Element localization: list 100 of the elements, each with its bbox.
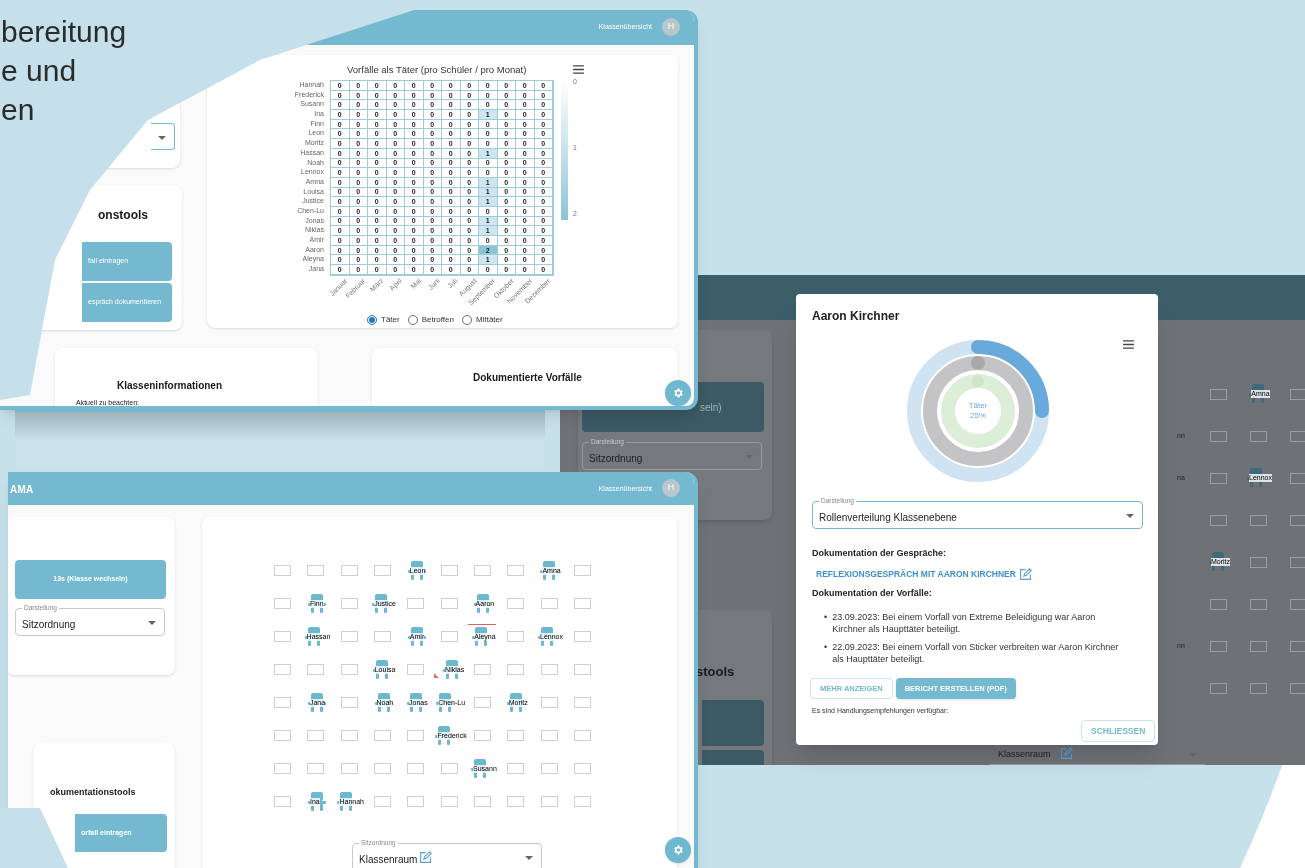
empty-seat[interactable] [340, 565, 358, 576]
empty-seat[interactable] [1289, 682, 1305, 694]
field-value: Klassenraum [359, 853, 418, 867]
empty-seat[interactable] [473, 697, 491, 708]
bullet: • [824, 612, 828, 624]
empty-seat[interactable] [507, 730, 525, 741]
empty-seat[interactable] [340, 598, 358, 609]
empty-seat[interactable] [507, 763, 525, 774]
radio-option[interactable]: Mittäter [462, 314, 503, 326]
empty-seat[interactable] [274, 730, 292, 741]
section-heading: Dokumentation der Vorfälle: [812, 587, 932, 600]
empty-seat[interactable] [540, 763, 558, 774]
empty-seat[interactable] [573, 763, 591, 774]
empty-seat[interactable] [274, 796, 292, 807]
empty-seat[interactable] [374, 763, 392, 774]
empty-seat[interactable] [440, 565, 458, 576]
incident-text: 23.09.2023: Bei einem Vorfall von Extreme Beleidigung war Aaron Kirchner als Haupttäter beteiligt. [832, 612, 1097, 635]
empty-seat[interactable] [340, 730, 358, 741]
empty-seat[interactable] [1209, 682, 1227, 694]
talk-link[interactable]: REFLEXIONSGESPRÄCH MIT AARON KIRCHNER [816, 568, 1032, 581]
marker-line [468, 624, 497, 625]
empty-seat[interactable] [1209, 640, 1227, 652]
empty-seat[interactable] [407, 598, 425, 609]
empty-seat[interactable] [1249, 514, 1267, 526]
empty-seat[interactable] [340, 697, 358, 708]
chart-title: Vorfälle als Täter (pro Schüler / pro Monat) [347, 63, 527, 77]
empty-seat[interactable] [507, 796, 525, 807]
card-title: onstools [98, 207, 148, 224]
empty-seat[interactable] [374, 796, 392, 807]
empty-seat[interactable] [440, 763, 458, 774]
empty-seat[interactable] [1209, 430, 1227, 442]
empty-seat[interactable] [507, 598, 525, 609]
select-field[interactable] [151, 123, 175, 150]
empty-seat[interactable] [473, 664, 491, 675]
empty-seat[interactable] [1249, 556, 1267, 568]
empty-seat[interactable] [1209, 388, 1227, 400]
radio-option[interactable]: Betroffen [407, 314, 454, 326]
empty-seat[interactable] [507, 565, 525, 576]
field-value: Klassenraum [998, 748, 1051, 761]
empty-seat[interactable] [407, 763, 425, 774]
empty-seat[interactable] [1209, 514, 1227, 526]
empty-seat[interactable] [407, 730, 425, 741]
empty-seat[interactable] [1289, 430, 1305, 442]
radio-button[interactable] [367, 315, 377, 325]
empty-seat[interactable] [440, 598, 458, 609]
empty-seat[interactable] [573, 565, 591, 576]
empty-seat[interactable] [340, 763, 358, 774]
empty-seat[interactable] [274, 664, 292, 675]
empty-seat[interactable] [1289, 640, 1305, 652]
empty-seat[interactable] [1289, 556, 1305, 568]
empty-seat[interactable] [540, 697, 558, 708]
empty-seat[interactable] [507, 631, 525, 642]
empty-seat[interactable] [440, 796, 458, 807]
empty-seat[interactable] [573, 796, 591, 807]
empty-seat[interactable] [274, 598, 292, 609]
empty-seat[interactable] [1249, 640, 1267, 652]
empty-seat[interactable] [1209, 598, 1227, 610]
empty-seat[interactable] [407, 664, 425, 675]
empty-seat[interactable] [473, 565, 491, 576]
empty-seat[interactable] [307, 763, 325, 774]
empty-seat[interactable] [1209, 472, 1227, 484]
empty-seat[interactable] [274, 697, 292, 708]
empty-seat[interactable] [1249, 598, 1267, 610]
empty-seat[interactable] [507, 664, 525, 675]
empty-seat[interactable] [1289, 472, 1305, 484]
headline-text: en [1, 92, 36, 128]
empty-seat[interactable] [473, 730, 491, 741]
empty-seat[interactable] [307, 730, 325, 741]
empty-seat[interactable] [1289, 514, 1305, 526]
empty-seat[interactable] [407, 796, 425, 807]
empty-seat[interactable] [1249, 682, 1267, 694]
empty-seat[interactable] [573, 598, 591, 609]
empty-seat[interactable] [1249, 430, 1267, 442]
empty-seat[interactable] [573, 697, 591, 708]
empty-seat[interactable] [307, 565, 325, 576]
empty-seat[interactable] [374, 631, 392, 642]
settings-button[interactable] [665, 380, 691, 406]
empty-seat[interactable] [1289, 388, 1305, 400]
ring-dot [971, 356, 985, 370]
empty-seat[interactable] [540, 796, 558, 807]
empty-seat[interactable] [1289, 598, 1305, 610]
empty-seat[interactable] [340, 664, 358, 675]
empty-seat[interactable] [540, 664, 558, 675]
empty-seat[interactable] [274, 631, 292, 642]
empty-seat[interactable] [573, 730, 591, 741]
empty-seat[interactable] [573, 631, 591, 642]
empty-seat[interactable] [540, 730, 558, 741]
settings-button[interactable] [665, 837, 691, 863]
empty-seat[interactable] [274, 763, 292, 774]
empty-seat[interactable] [374, 565, 392, 576]
empty-seat[interactable] [573, 664, 591, 675]
empty-seat[interactable] [307, 664, 325, 675]
radio-option[interactable]: Täter [367, 314, 400, 326]
empty-seat[interactable] [473, 796, 491, 807]
empty-seat[interactable] [540, 598, 558, 609]
empty-seat[interactable] [274, 565, 292, 576]
chart-label: Täter [968, 401, 988, 411]
empty-seat[interactable] [340, 631, 358, 642]
empty-seat[interactable] [374, 730, 392, 741]
empty-seat[interactable] [440, 631, 458, 642]
